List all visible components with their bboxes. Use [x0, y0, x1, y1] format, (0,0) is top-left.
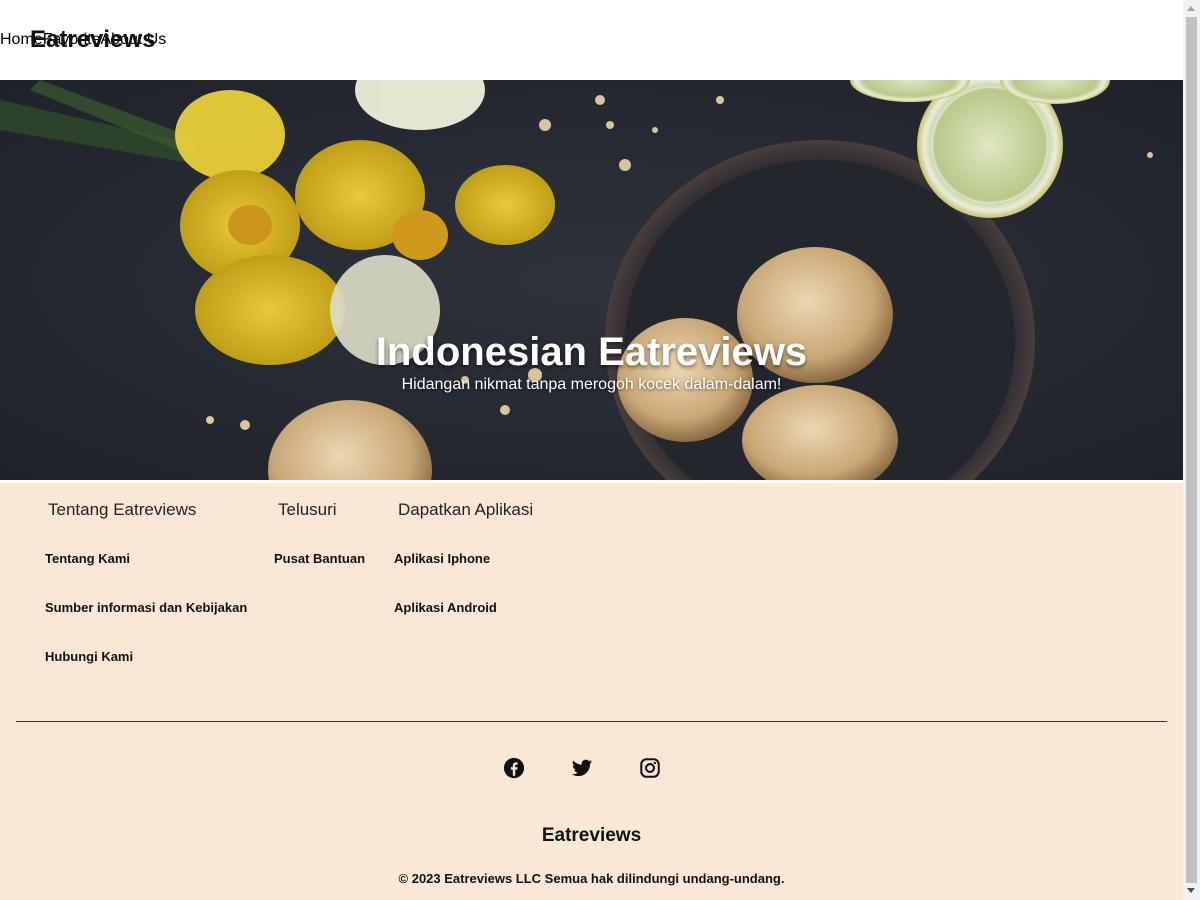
copyright-text: © 2023 Eatreviews LLC Semua hak dilindun… — [398, 871, 785, 886]
footer-link-kebijakan[interactable]: Sumber informasi dan Kebijakan — [45, 600, 247, 615]
footer-link-tentang-kami[interactable]: Tentang Kami — [45, 551, 130, 566]
scroll-up-arrow-icon[interactable] — [1187, 6, 1195, 11]
footer-link-aplikasi-android[interactable]: Aplikasi Android — [394, 600, 497, 615]
site-footer: Tentang Eatreviews Telusuri Dapatkan Apl… — [0, 483, 1183, 900]
footer-link-pusat-bantuan[interactable]: Pusat Bantuan — [274, 551, 365, 566]
footer-column-title-app: Dapatkan Aplikasi — [398, 500, 534, 519]
site-header: Eatreviews Home Favorite About Us — [0, 0, 1183, 80]
facebook-icon[interactable] — [503, 757, 525, 779]
hero-title: Indonesian Eatreviews — [375, 330, 808, 374]
twitter-icon[interactable] — [571, 757, 593, 779]
hero-background-image — [0, 80, 1183, 480]
scroll-down-arrow-icon[interactable] — [1187, 888, 1195, 893]
footer-brand: Eatreviews — [541, 825, 642, 846]
hero-banner: Indonesian Eatreviews Hidangan nikmat ta… — [0, 80, 1183, 480]
footer-link-hubungi-kami[interactable]: Hubungi Kami — [45, 649, 133, 664]
vertical-scrollbar[interactable] — [1183, 0, 1200, 900]
footer-column-title-about: Tentang Eatreviews — [48, 500, 197, 519]
hero-subtitle: Hidangan nikmat tanpa merogoh kocek dala… — [401, 376, 782, 393]
instagram-icon[interactable] — [639, 757, 661, 779]
footer-link-aplikasi-iphone[interactable]: Aplikasi Iphone — [394, 551, 490, 566]
site-logo[interactable]: Eatreviews — [30, 26, 155, 54]
footer-column-title-explore: Telusuri — [278, 500, 337, 519]
scrollbar-thumb[interactable] — [1186, 17, 1197, 883]
footer-divider — [16, 721, 1167, 722]
